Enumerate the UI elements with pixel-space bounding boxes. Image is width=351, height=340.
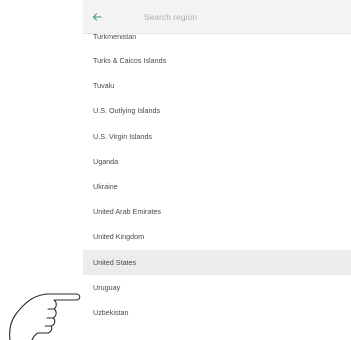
region-item[interactable]: Ukraine [83, 174, 351, 199]
region-item[interactable]: U.S. Virgin Islands [83, 124, 351, 149]
region-item[interactable]: Uzbekistan [83, 300, 351, 325]
region-item[interactable]: Uganda [83, 149, 351, 174]
region-item[interactable]: Turks & Caicos Islands [83, 48, 351, 73]
arrow-left-icon [92, 13, 102, 21]
region-item-selected[interactable]: United States [83, 249, 351, 275]
region-list: Turkmenistan Turks & Caicos Islands Tuva… [83, 34, 351, 325]
region-item[interactable]: United Kingdom [83, 224, 351, 249]
region-item[interactable]: United Arab Emirates [83, 199, 351, 224]
search-bar [83, 0, 351, 34]
region-item[interactable]: Turkmenistan [83, 34, 351, 48]
back-button[interactable] [89, 9, 105, 25]
region-item[interactable]: Uruguay [83, 275, 351, 300]
region-item[interactable]: U.S. Outlying Islands [83, 98, 351, 123]
search-input[interactable] [144, 8, 334, 26]
left-margin [0, 0, 83, 340]
region-picker: Turkmenistan Turks & Caicos Islands Tuva… [83, 0, 351, 340]
region-item[interactable]: Tuvalu [83, 73, 351, 98]
